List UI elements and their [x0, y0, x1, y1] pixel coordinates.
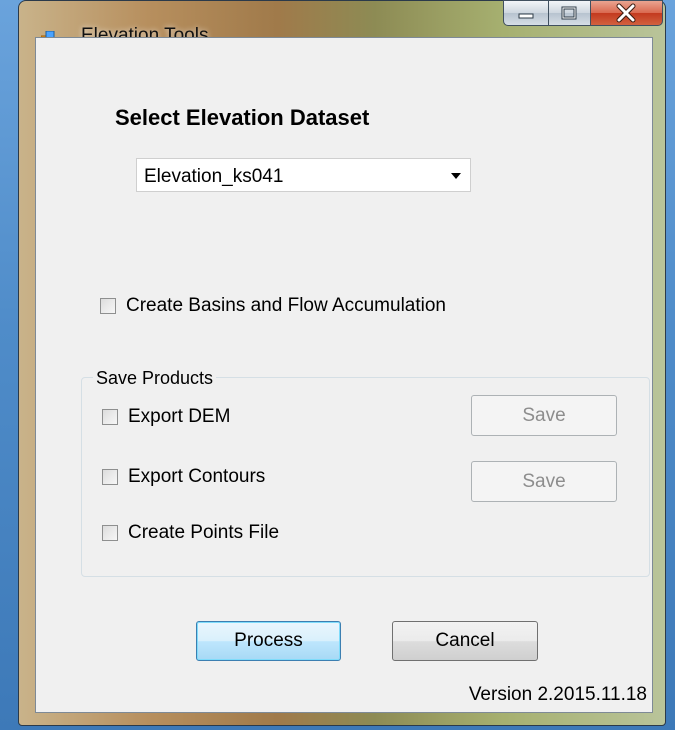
create-points-label[interactable]: Create Points File	[128, 522, 279, 544]
export-dem-save-button[interactable]: Save	[471, 395, 617, 436]
export-dem-label[interactable]: Export DEM	[128, 406, 230, 428]
minimize-icon	[518, 13, 534, 19]
create-basins-label[interactable]: Create Basins and Flow Accumulation	[126, 295, 446, 317]
export-contours-checkbox[interactable]	[102, 469, 118, 485]
process-button[interactable]: Process	[196, 621, 341, 661]
caption-buttons	[503, 0, 663, 26]
close-button[interactable]	[591, 0, 663, 26]
title-bar[interactable]: Elevation Tools	[19, 0, 665, 46]
chevron-down-icon[interactable]	[451, 173, 461, 179]
dataset-dropdown[interactable]: Elevation_ks041	[136, 158, 471, 192]
maximize-button[interactable]	[549, 0, 591, 26]
dataset-dropdown-value: Elevation_ks041	[144, 166, 284, 187]
maximize-icon	[561, 6, 577, 20]
save-products-legend: Save Products	[93, 368, 217, 389]
minimize-button[interactable]	[503, 0, 549, 26]
close-icon	[616, 3, 636, 23]
cancel-button[interactable]: Cancel	[392, 621, 538, 661]
export-dem-option[interactable]: Export DEM	[102, 406, 230, 428]
dataset-heading: Select Elevation Dataset	[115, 105, 370, 130]
create-points-checkbox[interactable]	[102, 525, 118, 541]
create-basins-option[interactable]: Create Basins and Flow Accumulation	[100, 295, 446, 317]
export-dem-checkbox[interactable]	[102, 409, 118, 425]
dialog-client-area: Select Elevation Dataset Elevation_ks041…	[35, 37, 653, 713]
export-contours-save-button[interactable]: Save	[471, 461, 617, 502]
create-points-option[interactable]: Create Points File	[102, 522, 279, 544]
export-contours-label[interactable]: Export Contours	[128, 466, 265, 488]
version-label: Version 2.2015.11.18	[468, 684, 647, 705]
elevation-tools-window: Elevation Tools Select Elevation Dataset…	[18, 0, 666, 726]
export-contours-option[interactable]: Export Contours	[102, 466, 265, 488]
create-basins-checkbox[interactable]	[100, 298, 116, 314]
